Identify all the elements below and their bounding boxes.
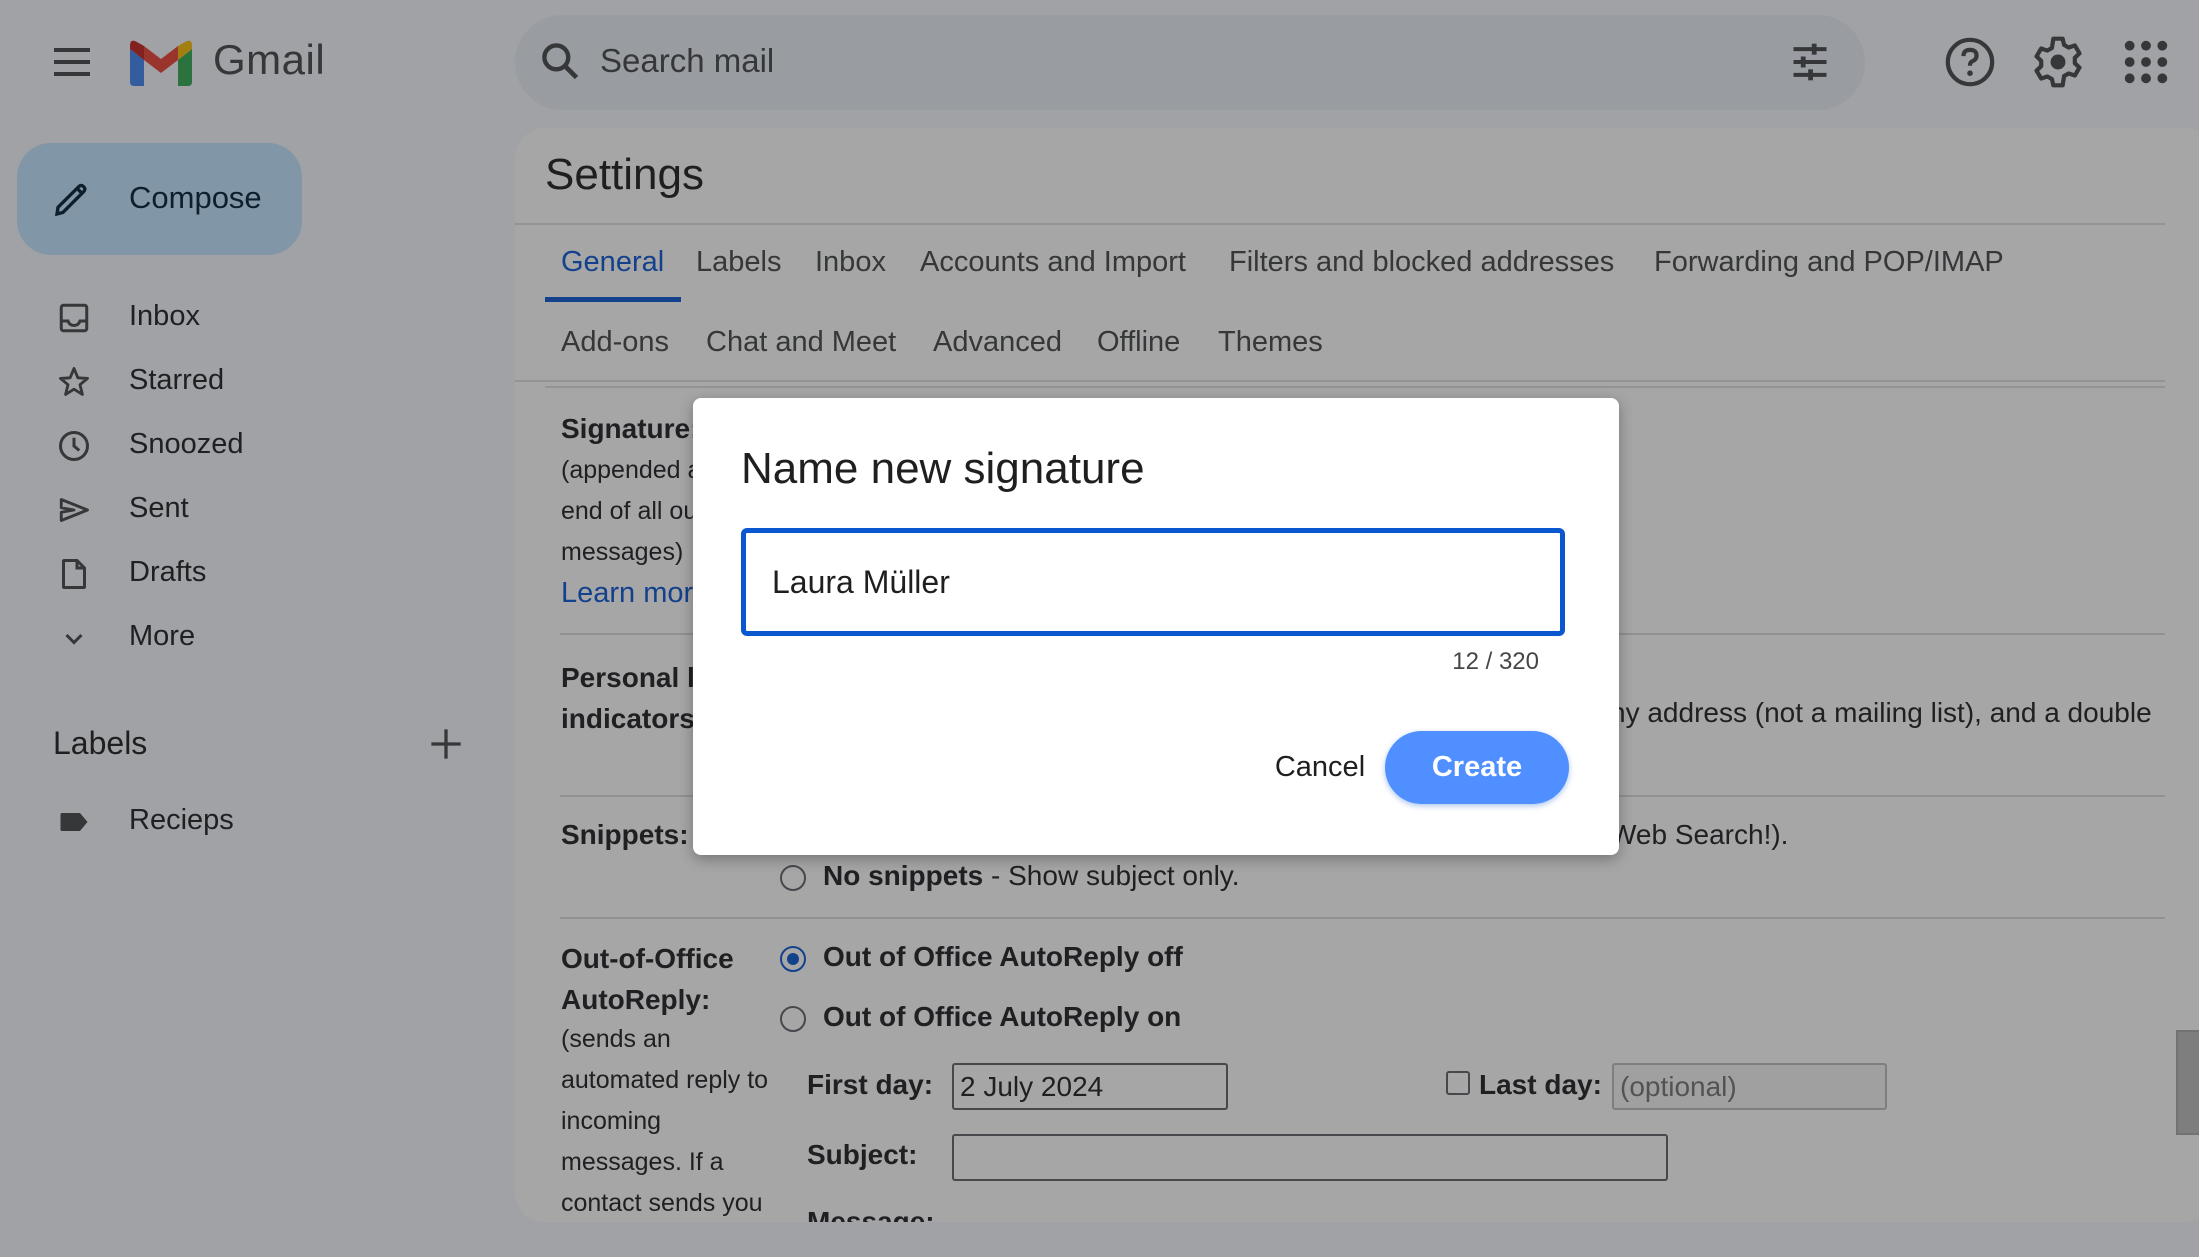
name-new-signature-dialog: Name new signature 12 / 320 Cancel Creat… [693, 398, 1619, 855]
dialog-title: Name new signature [741, 444, 1145, 493]
character-count: 12 / 320 [1452, 648, 1539, 675]
create-button[interactable]: Create [1385, 731, 1569, 804]
signature-name-input[interactable] [741, 528, 1565, 636]
cancel-button[interactable]: Cancel [1245, 731, 1395, 803]
